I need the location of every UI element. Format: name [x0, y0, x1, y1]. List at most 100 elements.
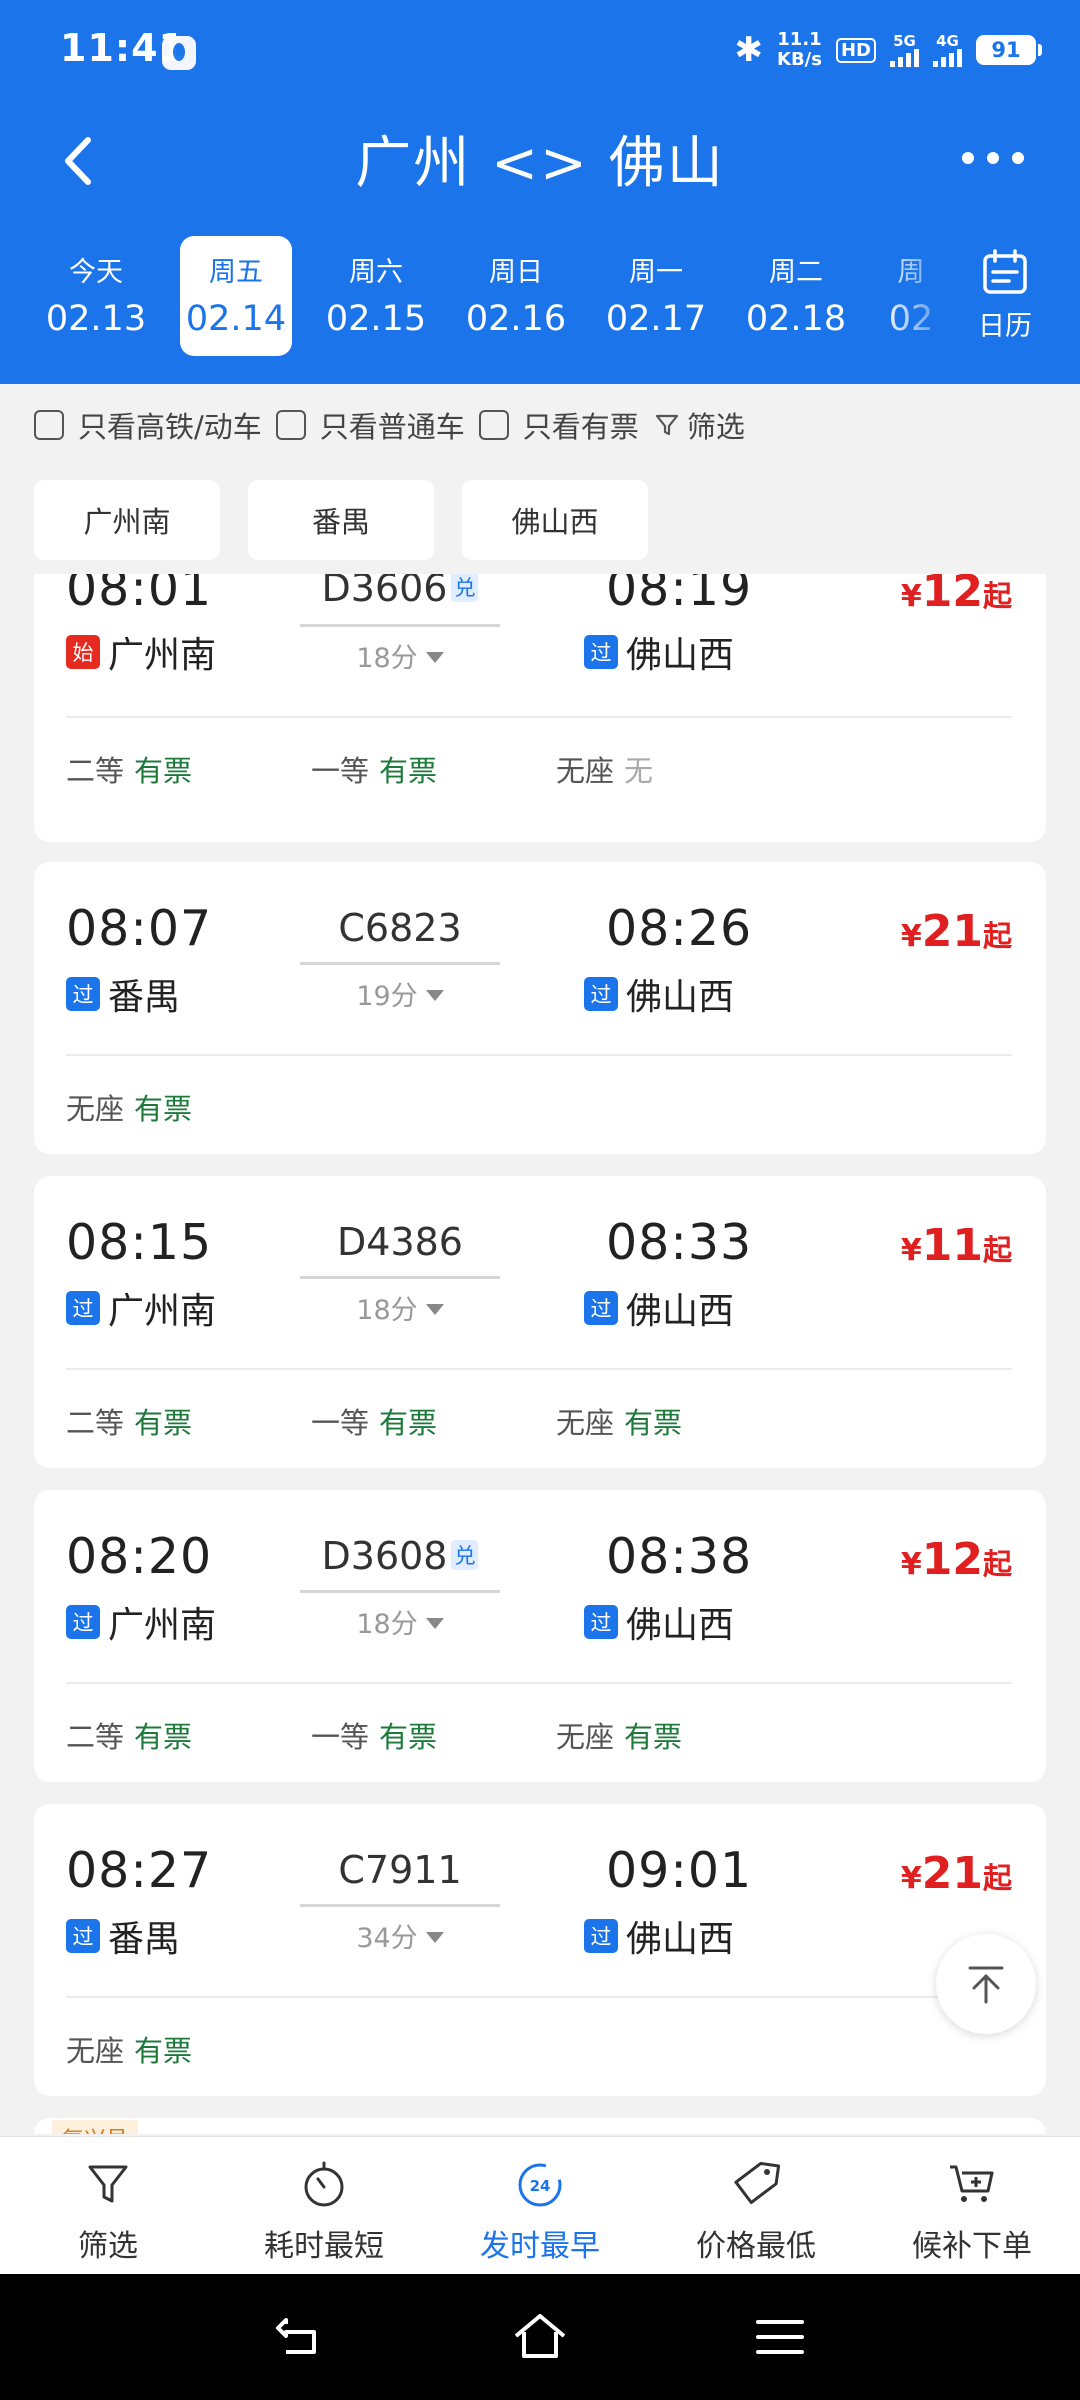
arrival-time: 08:26 — [606, 900, 753, 957]
tab-label: 价格最低 — [696, 2229, 816, 2264]
duration-text: 18分 — [356, 1609, 418, 1640]
more-button[interactable] — [958, 138, 1028, 178]
system-menu-button[interactable] — [750, 2310, 810, 2364]
duration-toggle[interactable]: 18分 — [300, 1288, 500, 1327]
seat-class: 二等 有票 — [66, 748, 311, 790]
date-weekday: 周二 — [769, 257, 823, 288]
caret-down-icon — [425, 1618, 444, 1629]
exchange-badge: 兑 — [451, 574, 479, 602]
sort-tab-waitlist[interactable]: 候补下单 — [864, 2137, 1080, 2275]
train-card-c7911[interactable]: 08:27 C7911 34分 09:01 ¥21起 过番禺 过佛山西 无座 有票 — [34, 1804, 1046, 2096]
duration-toggle[interactable]: 18分 — [300, 636, 500, 675]
station-name: 佛山西 — [626, 1291, 735, 1332]
train-card-d4386[interactable]: 08:15 D4386 18分 08:33 ¥11起 过广州南 过佛山西 二等有… — [34, 1176, 1046, 1468]
price-suffix: 起 — [982, 1547, 1012, 1581]
train-card-next[interactable]: 复兴号 — [34, 2118, 1046, 2134]
seat-status: 有票 — [624, 1406, 683, 1440]
date-tab-0216[interactable]: 周日 02.16 — [460, 236, 572, 356]
date-tab-0217[interactable]: 周一 02.17 — [600, 236, 712, 356]
arrival-station: 过佛山西 — [584, 626, 734, 678]
station-chip-guangzhounan[interactable]: 广州南 — [34, 480, 220, 560]
battery-icon: 91 — [976, 35, 1042, 65]
duration-toggle[interactable]: 19分 — [300, 974, 500, 1013]
train-card-c6823[interactable]: 08:07 C6823 19分 08:26 ¥21起 过番禺 过佛山西 无座 有票 — [34, 862, 1046, 1154]
train-list: 08:01 D3606 兑 18分 08:19 ¥12起 始广州南 过佛山西 二等… — [34, 574, 1046, 2134]
system-nav-bar — [0, 2274, 1080, 2400]
train-card-d3606[interactable]: 08:01 D3606 兑 18分 08:19 ¥12起 始广州南 过佛山西 二等… — [34, 574, 1046, 842]
clock-24-icon: 24 — [518, 2163, 562, 2207]
duration-toggle[interactable]: 34分 — [300, 1916, 500, 1955]
date-weekday: 周五 — [209, 257, 263, 288]
checkbox-box — [275, 410, 306, 440]
seat-class: 一等 有票 — [311, 1714, 556, 1756]
station-chip-panyu[interactable]: 番禺 — [248, 480, 434, 560]
station-chip-foshanxi[interactable]: 佛山西 — [462, 480, 648, 560]
arrival-time: 09:01 — [606, 1842, 753, 1899]
pass-station-tag: 过 — [584, 1291, 618, 1325]
divider — [66, 1682, 1012, 1684]
filter-row: 只看高铁/动车 只看普通车 只看有票 筛选 — [34, 400, 1054, 450]
filter-icon — [655, 414, 678, 436]
departure-time: 08:20 — [66, 1528, 213, 1585]
train-line — [300, 1590, 500, 1593]
net-speed-value: 11.1 — [777, 29, 822, 50]
train-number-text: D3608 — [321, 1534, 448, 1578]
seat-availability: 二等 有票 一等 有票 无座 有票 — [66, 1714, 801, 1756]
seat-status: 有票 — [379, 754, 438, 788]
seat-status: 有票 — [624, 1720, 683, 1754]
more-dot-icon — [962, 152, 974, 164]
seat-type: 无座 — [556, 754, 615, 788]
date-tab-0218[interactable]: 周二 02.18 — [740, 236, 852, 356]
caret-down-icon — [425, 1304, 444, 1315]
date-tab-0214[interactable]: 周五 02.14 — [180, 236, 292, 356]
price-symbol: ¥ — [900, 1861, 922, 1896]
sort-tab-lowest-price[interactable]: 价格最低 — [648, 2137, 864, 2275]
arrival-station: 过佛山西 — [584, 1910, 734, 1962]
duration-text: 18分 — [356, 643, 418, 674]
available-only-checkbox[interactable]: 只看有票 — [478, 404, 639, 446]
calendar-button[interactable]: 日历 — [970, 248, 1040, 343]
seat-status: 有票 — [134, 754, 193, 788]
seat-class: 二等 有票 — [66, 1714, 311, 1756]
date-tab-0215[interactable]: 周六 02.15 — [320, 236, 432, 356]
price-value: 21 — [921, 906, 983, 957]
back-to-top-button[interactable] — [936, 1934, 1036, 2034]
seat-class: 无座 有票 — [556, 1400, 801, 1442]
tab-label: 发时最早 — [480, 2229, 600, 2264]
normal-train-only-checkbox[interactable]: 只看普通车 — [275, 404, 465, 446]
system-home-button[interactable] — [510, 2310, 570, 2364]
system-back-button[interactable] — [270, 2310, 330, 2364]
date-value: 02.15 — [325, 299, 427, 339]
sort-tab-earliest[interactable]: 24 发时最早 — [432, 2137, 648, 2275]
seat-class: 无座无 — [556, 748, 801, 790]
seat-type: 二等 — [66, 1720, 125, 1754]
train-number-text: D3606 — [321, 574, 448, 610]
train-number: D3606 兑 — [300, 574, 500, 610]
more-dot-icon — [1012, 152, 1024, 164]
price-symbol: ¥ — [900, 1233, 922, 1268]
date-tab-0213[interactable]: 今天 02.13 — [40, 236, 152, 356]
duration-toggle[interactable]: 18分 — [300, 1602, 500, 1641]
sort-tab-shortest[interactable]: 耗时最短 — [216, 2137, 432, 2275]
high-speed-only-checkbox[interactable]: 只看高铁/动车 — [34, 404, 262, 446]
price-value: 12 — [921, 1534, 983, 1585]
bluetooth-icon: ✱ — [734, 30, 764, 70]
filter-link[interactable]: 筛选 — [653, 404, 745, 446]
date-value: 02.14 — [185, 299, 287, 339]
price-symbol: ¥ — [900, 919, 922, 954]
departure-time: 08:01 — [66, 574, 213, 617]
price-value: 21 — [921, 1848, 983, 1899]
date-weekday: 周六 — [349, 257, 403, 288]
cart-plus-icon — [950, 2165, 994, 2202]
seat-type: 一等 — [311, 1406, 370, 1440]
seat-availability: 二等 有票 一等 有票 无座 有票 — [66, 1400, 801, 1442]
departure-station: 过广州南 — [66, 1282, 216, 1334]
status-icons: ✱ 11.1 KB/s HD 5G 4G 91 — [734, 30, 1042, 70]
net-speed: 11.1 KB/s — [777, 30, 822, 70]
seat-class: 一等 有票 — [311, 1400, 556, 1442]
start-station-tag: 始 — [66, 635, 100, 669]
departure-station: 过广州南 — [66, 1596, 216, 1648]
seat-type: 无座 — [556, 1720, 615, 1754]
sort-tab-filter[interactable]: 筛选 — [0, 2137, 216, 2275]
train-card-d3608[interactable]: 08:20 D3608 兑 18分 08:38 ¥12起 过广州南 过佛山西 二等… — [34, 1490, 1046, 1782]
